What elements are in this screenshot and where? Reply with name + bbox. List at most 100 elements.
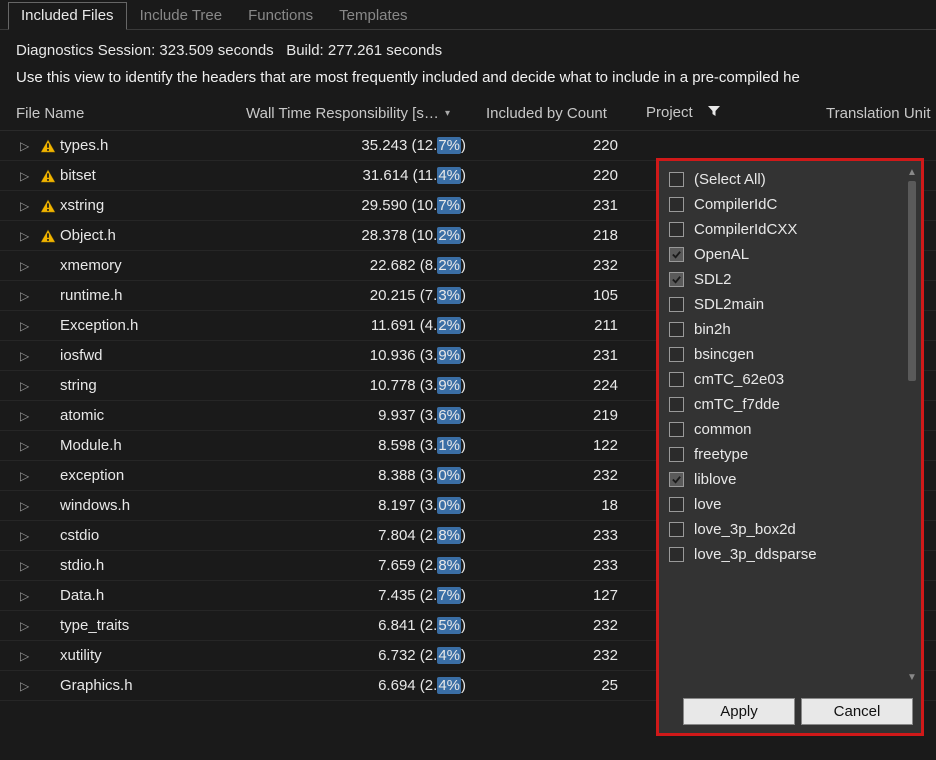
wall-time-cell: 20.215 (7.3%) [244, 287, 484, 304]
scroll-down-icon[interactable]: ▼ [905, 672, 919, 684]
checkbox[interactable] [669, 272, 684, 287]
wall-time-cell: 35.243 (12.7%) [244, 137, 484, 154]
file-name-cell: Graphics.h [60, 677, 244, 694]
table-row[interactable]: ▷ types.h35.243 (12.7%)220 [0, 131, 936, 161]
checkbox[interactable] [669, 247, 684, 262]
count-cell: 232 [484, 617, 644, 634]
expander-icon[interactable]: ▷ [20, 619, 34, 633]
scroll-up-icon[interactable]: ▲ [905, 167, 919, 179]
filter-item[interactable]: SDL2 [669, 267, 917, 292]
expander-icon[interactable]: ▷ [20, 289, 34, 303]
filter-item[interactable]: freetype [669, 442, 917, 467]
expander-icon[interactable]: ▷ [20, 229, 34, 243]
filter-item-label: SDL2 [694, 271, 732, 288]
checkbox[interactable] [669, 372, 684, 387]
column-file-name[interactable]: File Name [16, 105, 246, 122]
expander-icon[interactable]: ▷ [20, 379, 34, 393]
filter-item-label: SDL2main [694, 296, 764, 313]
wall-time-cell: 6.732 (2.4%) [244, 647, 484, 664]
expander-icon[interactable]: ▷ [20, 469, 34, 483]
checkbox[interactable] [669, 522, 684, 537]
apply-button[interactable]: Apply [683, 698, 795, 725]
wall-time-cell: 8.598 (3.1%) [244, 437, 484, 454]
checkbox[interactable] [669, 347, 684, 362]
expander-icon[interactable]: ▷ [20, 589, 34, 603]
tab-templates[interactable]: Templates [326, 2, 420, 29]
filter-item[interactable]: love_3p_box2d [669, 517, 917, 542]
tab-include-tree[interactable]: Include Tree [127, 2, 236, 29]
expander-icon[interactable]: ▷ [20, 559, 34, 573]
checkbox[interactable] [669, 397, 684, 412]
session-value: 323.509 seconds [159, 42, 273, 59]
expander-icon[interactable]: ▷ [20, 499, 34, 513]
file-name-cell: windows.h [60, 497, 244, 514]
checkbox[interactable] [669, 547, 684, 562]
file-name-cell: Data.h [60, 587, 244, 604]
expander-icon[interactable]: ▷ [20, 409, 34, 423]
filter-item-label: common [694, 421, 752, 438]
filter-icon[interactable] [707, 104, 721, 122]
filter-item[interactable]: cmTC_62e03 [669, 367, 917, 392]
filter-item-label: CompilerIdCXX [694, 221, 797, 238]
expander-icon[interactable]: ▷ [20, 259, 34, 273]
filter-item-label: bin2h [694, 321, 731, 338]
checkbox[interactable] [669, 297, 684, 312]
checkbox[interactable] [669, 497, 684, 512]
expander-icon[interactable]: ▷ [20, 439, 34, 453]
filter-item[interactable]: cmTC_f7dde [669, 392, 917, 417]
checkbox[interactable] [669, 322, 684, 337]
tab-functions[interactable]: Functions [235, 2, 326, 29]
checkbox[interactable] [669, 447, 684, 462]
scrollbar[interactable]: ▲ ▼ [905, 167, 919, 684]
filter-item[interactable]: CompilerIdC [669, 192, 917, 217]
file-name-cell: types.h [60, 137, 244, 154]
count-cell: 220 [484, 137, 644, 154]
filter-item[interactable]: common [669, 417, 917, 442]
wall-time-cell: 6.694 (2.4%) [244, 677, 484, 694]
column-included-by-count[interactable]: Included by Count [486, 105, 646, 122]
expander-icon[interactable]: ▷ [20, 319, 34, 333]
wall-time-cell: 22.682 (8.2%) [244, 257, 484, 274]
filter-item[interactable]: SDL2main [669, 292, 917, 317]
expander-icon[interactable]: ▷ [20, 649, 34, 663]
checkbox[interactable] [669, 172, 684, 187]
filter-list: (Select All)CompilerIdC CompilerIdCXX Open… [659, 161, 921, 690]
column-wall-time[interactable]: Wall Time Responsibility [s… ▾ [246, 105, 486, 122]
column-project[interactable]: Project [646, 104, 826, 122]
tab-included-files[interactable]: Included Files [8, 2, 127, 30]
filter-item[interactable]: love_3p_ddsparse [669, 542, 917, 567]
filter-item-label: love_3p_box2d [694, 521, 796, 538]
filter-item[interactable]: bsincgen [669, 342, 917, 367]
filter-item[interactable]: CompilerIdCXX [669, 217, 917, 242]
filter-item[interactable]: bin2h [669, 317, 917, 342]
build-value: 277.261 seconds [328, 42, 442, 59]
expander-icon[interactable]: ▷ [20, 349, 34, 363]
count-cell: 224 [484, 377, 644, 394]
filter-item[interactable]: love [669, 492, 917, 517]
checkbox[interactable] [669, 422, 684, 437]
column-translation-unit[interactable]: Translation Unit [826, 105, 936, 122]
cancel-button[interactable]: Cancel [801, 698, 913, 725]
checkbox[interactable] [669, 222, 684, 237]
scroll-thumb[interactable] [908, 181, 916, 381]
filter-item-label: OpenAL [694, 246, 749, 263]
expander-icon[interactable]: ▷ [20, 139, 34, 153]
checkbox[interactable] [669, 197, 684, 212]
filter-item[interactable]: liblove [669, 467, 917, 492]
wall-time-cell: 7.659 (2.8%) [244, 557, 484, 574]
checkbox[interactable] [669, 472, 684, 487]
expander-icon[interactable]: ▷ [20, 529, 34, 543]
wall-time-cell: 31.614 (11.4%) [244, 167, 484, 184]
filter-buttons: Apply Cancel [659, 690, 921, 733]
project-filter-popup: (Select All)CompilerIdC CompilerIdCXX Open… [656, 158, 924, 736]
expander-icon[interactable]: ▷ [20, 679, 34, 693]
wall-time-cell: 10.778 (3.9%) [244, 377, 484, 394]
expander-icon[interactable]: ▷ [20, 199, 34, 213]
filter-item[interactable]: (Select All) [669, 167, 917, 192]
count-cell: 18 [484, 497, 644, 514]
file-name-cell: bitset [60, 167, 244, 184]
count-cell: 232 [484, 467, 644, 484]
filter-item[interactable]: OpenAL [669, 242, 917, 267]
usage-hint: Use this view to identify the headers th… [0, 63, 936, 100]
expander-icon[interactable]: ▷ [20, 169, 34, 183]
